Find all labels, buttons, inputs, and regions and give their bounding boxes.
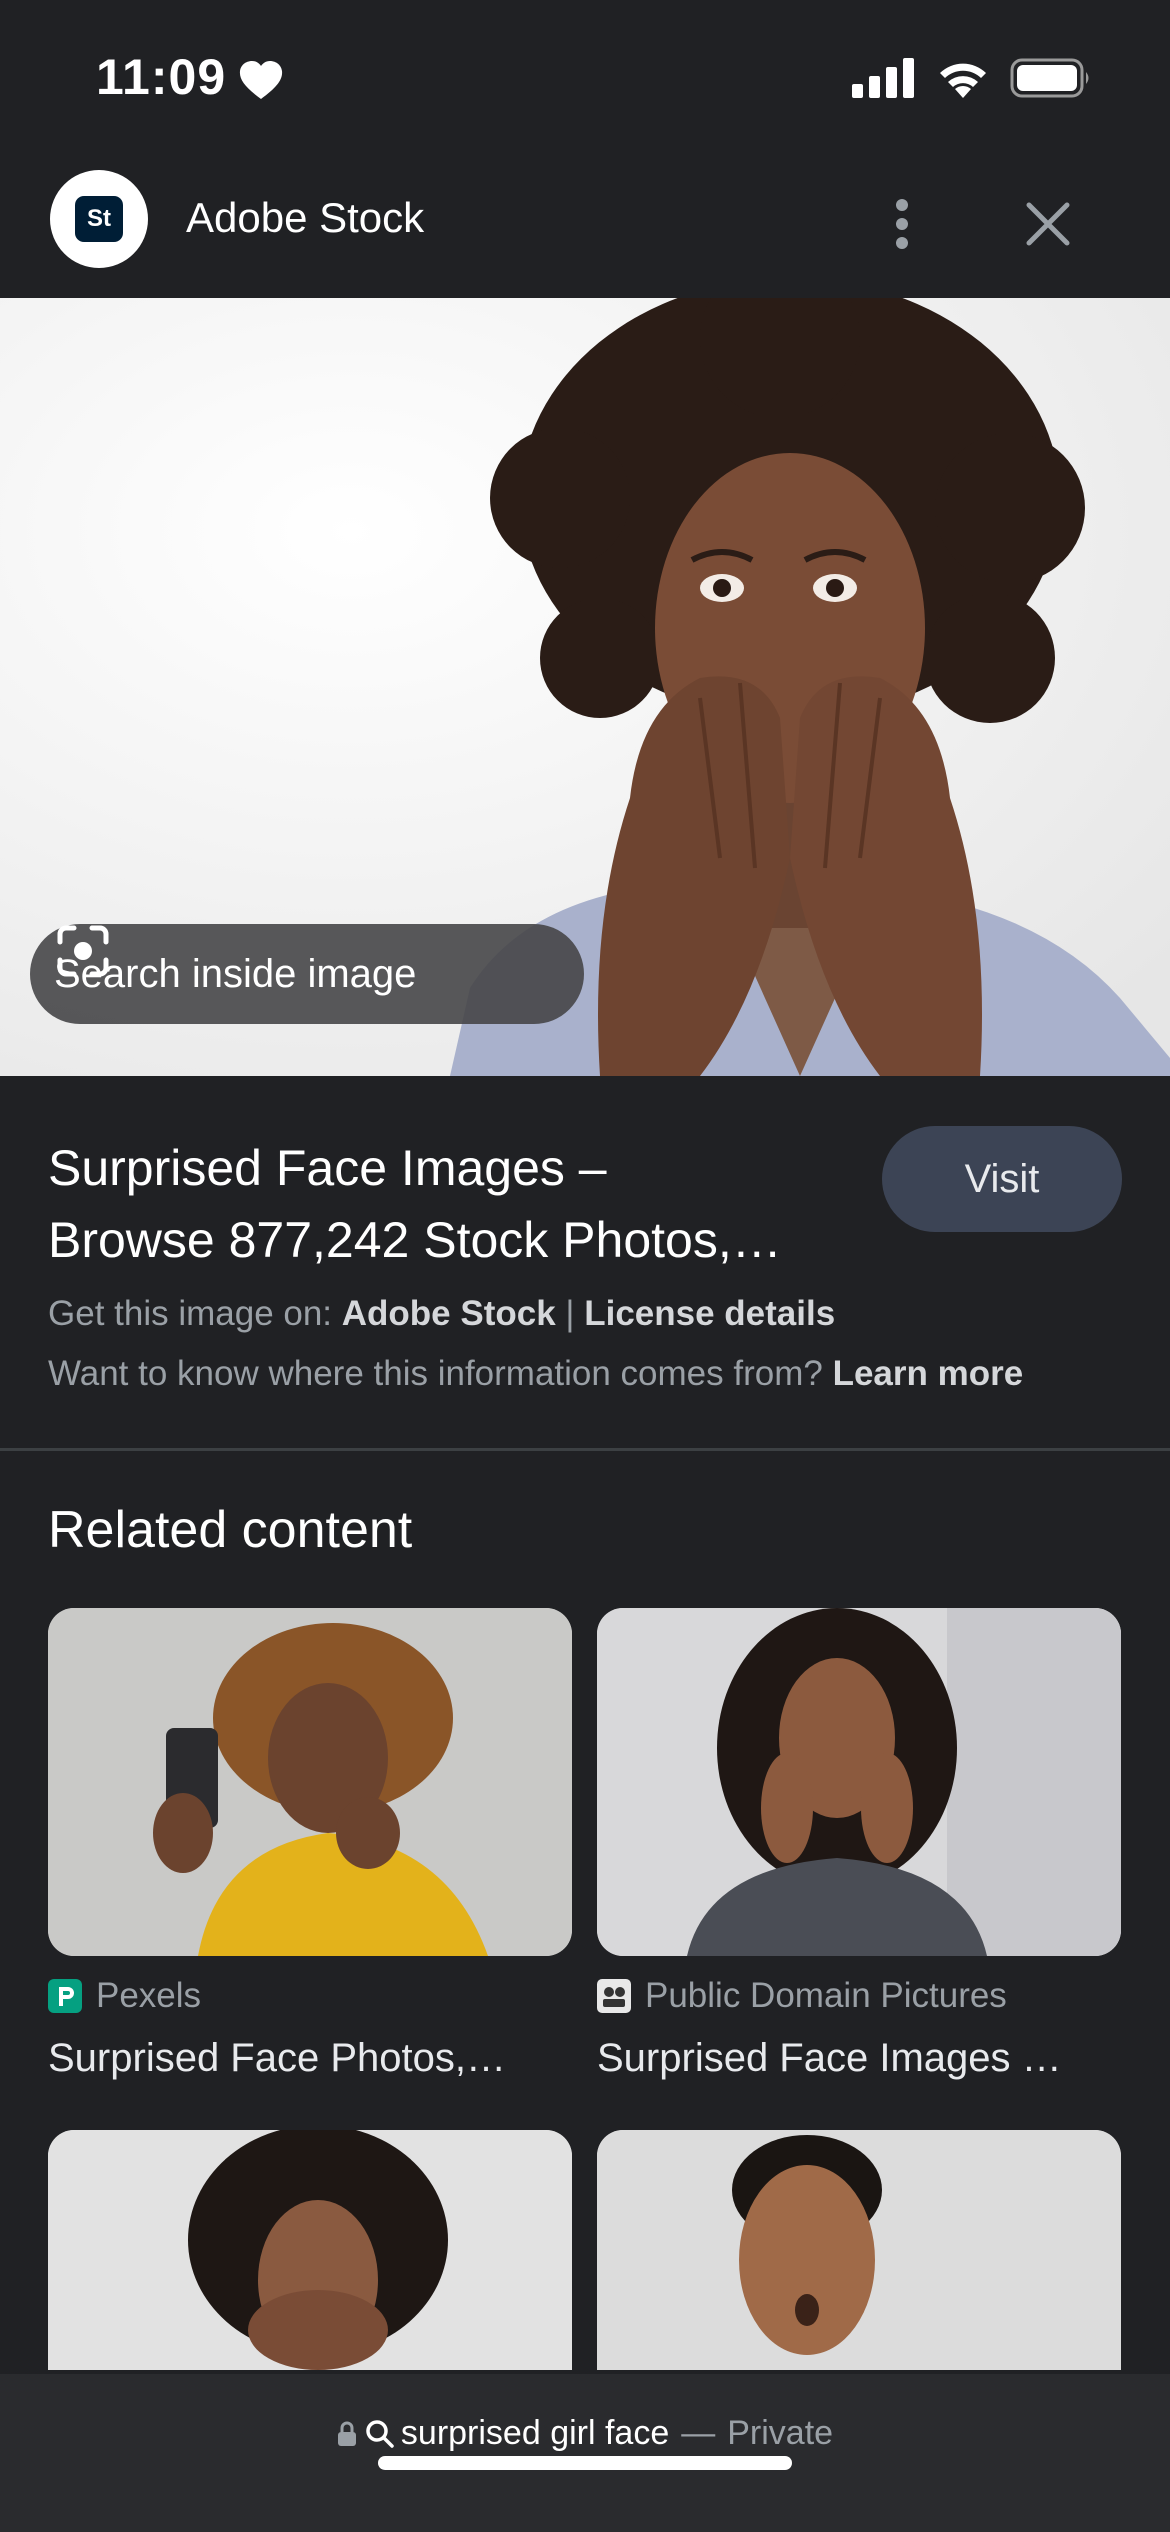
source-line: Get this image on: Adobe Stock | License…: [48, 1294, 835, 1334]
result-info: Surprised Face Images – Browse 877,242 S…: [0, 1076, 1170, 1450]
battery-icon: [1010, 58, 1089, 98]
info-line: Want to know where this information come…: [48, 1354, 1023, 1394]
wifi-icon: [940, 63, 986, 98]
learn-more-link[interactable]: Learn more: [833, 1354, 1024, 1393]
result-title[interactable]: Surprised Face Images – Browse 877,242 S…: [48, 1132, 848, 1276]
more-vert-icon: [896, 199, 908, 249]
site-title: Adobe Stock: [186, 194, 425, 241]
private-mode-label: Private: [727, 2414, 834, 2452]
info-question: Want to know where this information come…: [48, 1354, 833, 1393]
woman-covering-mouth-photo: [48, 2130, 572, 2370]
status-time: 11:09: [96, 49, 227, 105]
url-separator: —: [681, 2414, 716, 2452]
heart-icon: [239, 61, 283, 99]
source-prefix: Get this image on:: [48, 1294, 342, 1333]
lens-scan-icon: [57, 925, 109, 977]
adobe-stock-logo: St: [50, 170, 148, 268]
man-surprised-photo: [597, 2130, 1121, 2370]
related-card-1-title[interactable]: Surprised Face Photos,…: [48, 2036, 572, 2081]
related-card-2-title[interactable]: Surprised Face Images …: [597, 2036, 1121, 2081]
related-thumbnail-2[interactable]: [597, 1608, 1121, 1956]
related-thumbnail-3[interactable]: [48, 2130, 572, 2370]
pexels-icon: [48, 1979, 82, 2013]
url-row: surprised girl face — Private: [0, 2414, 1170, 2453]
related-card-1-source-name: Pexels: [96, 1976, 202, 2015]
related-thumbnail-4[interactable]: [597, 2130, 1121, 2370]
url-query: surprised girl face: [400, 2414, 670, 2452]
license-details-link[interactable]: License details: [584, 1294, 835, 1333]
woman-with-phone-photo: [48, 1608, 572, 1956]
related-card-1-source[interactable]: Pexels: [48, 1976, 201, 2016]
result-title-line2: Browse 877,242 Stock Photos,…: [48, 1212, 782, 1268]
top-app-bar: St Adobe Stock: [0, 150, 1170, 298]
result-title-line1: Surprised Face Images –: [48, 1140, 607, 1196]
close-icon: [1026, 202, 1070, 246]
close-button[interactable]: [1010, 186, 1086, 262]
status-bar: 11:09: [0, 0, 1170, 150]
source-separator: |: [555, 1294, 585, 1333]
related-thumbnail-1[interactable]: [48, 1608, 572, 1956]
public-domain-icon: [597, 1979, 631, 2013]
page: 11:09 St Adobe Stock Search inside image…: [0, 0, 1170, 2532]
related-card-2-source[interactable]: Public Domain Pictures: [597, 1976, 1007, 2016]
cellular-signal-icon: [852, 58, 914, 98]
search-icon: [366, 2419, 394, 2448]
related-content-heading: Related content: [48, 1501, 413, 1559]
more-options-button[interactable]: [872, 186, 932, 262]
visit-button[interactable]: Visit: [882, 1126, 1122, 1232]
woman-hands-on-cheeks-photo: [597, 1608, 1121, 1956]
related-card-2-source-name: Public Domain Pictures: [645, 1976, 1007, 2015]
logo-mark: St: [75, 196, 123, 242]
section-divider: [0, 1448, 1170, 1451]
main-image[interactable]: Search inside image: [0, 298, 1170, 1076]
search-inside-image-button[interactable]: Search inside image: [30, 924, 584, 1024]
source-link[interactable]: Adobe Stock: [342, 1294, 556, 1333]
lock-icon: [337, 2421, 356, 2446]
home-indicator[interactable]: [378, 2456, 792, 2470]
bottom-url-bar[interactable]: surprised girl face — Private: [0, 2374, 1170, 2532]
